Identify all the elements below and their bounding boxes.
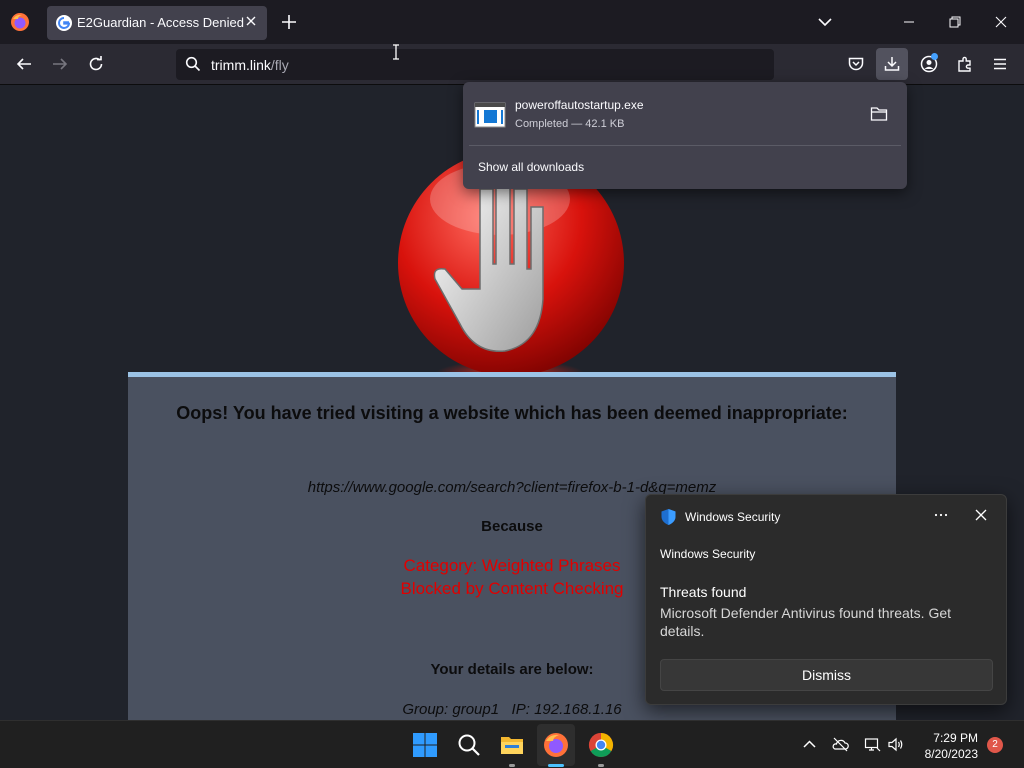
download-status: Completed — 42.1 KB: [515, 118, 625, 130]
clock[interactable]: 7:29 PM 8/20/2023: [912, 730, 978, 762]
taskbar: 7:29 PM 8/20/2023 2: [0, 720, 1024, 768]
chrome-running-indicator: [598, 764, 604, 767]
tab-access-denied[interactable]: E2Guardian - Access Denied: [47, 6, 267, 40]
new-tab-icon[interactable]: [280, 13, 298, 31]
download-icon: [884, 57, 900, 71]
shield-icon: [661, 509, 676, 525]
account-badge-dot: [931, 53, 938, 60]
downloads-panel: poweroffautostartup.exe Completed — 42.1…: [463, 82, 907, 189]
notification-title: Threats found: [660, 584, 747, 600]
clock-time: 7:29 PM: [933, 731, 978, 745]
notification-body: Microsoft Defender Antivirus found threa…: [660, 605, 952, 639]
url-host: trimm.link: [211, 57, 271, 73]
dismiss-button[interactable]: Dismiss: [660, 659, 993, 691]
more-options-icon[interactable]: [933, 507, 949, 523]
close-tab-icon[interactable]: [243, 13, 259, 29]
firefox-view-icon[interactable]: [10, 12, 30, 32]
onedrive-offline-icon[interactable]: [832, 736, 849, 753]
pocket-icon[interactable]: [847, 55, 865, 73]
notification-source: Windows Security: [660, 547, 756, 561]
list-all-tabs-chevron-icon[interactable]: [817, 14, 833, 30]
firefox-active-indicator: [548, 764, 564, 767]
tab-strip: E2Guardian - Access Denied: [0, 0, 1024, 44]
url-path: /fly: [270, 57, 289, 73]
google-g-icon: [56, 15, 72, 31]
extensions-icon[interactable]: [956, 55, 974, 73]
restore-icon[interactable]: [945, 12, 965, 32]
downloads-separator: [469, 145, 901, 146]
close-window-icon[interactable]: [991, 12, 1011, 32]
text-cursor-icon: [393, 44, 399, 60]
downloads-button[interactable]: [876, 48, 908, 80]
reload-icon[interactable]: [87, 55, 105, 73]
firefox-taskbar-icon[interactable]: [543, 732, 569, 758]
search-icon: [185, 56, 201, 72]
volume-icon[interactable]: [887, 736, 904, 753]
windows-security-notification[interactable]: Windows Security Windows Security Threat…: [645, 494, 1007, 705]
tab-title: E2Guardian - Access Denied: [77, 15, 244, 30]
url-text: trimm.link/fly: [211, 57, 289, 73]
file-explorer-icon[interactable]: [499, 732, 525, 758]
notification-count-badge[interactable]: 2: [987, 737, 1003, 753]
close-notification-icon[interactable]: [974, 508, 988, 522]
clock-date: 8/20/2023: [924, 747, 978, 761]
search-taskbar-icon[interactable]: [456, 732, 482, 758]
show-all-downloads-button[interactable]: Show all downloads: [478, 160, 584, 174]
network-icon[interactable]: [864, 736, 881, 753]
start-icon[interactable]: [412, 732, 438, 758]
download-file-name[interactable]: poweroffautostartup.exe: [515, 98, 644, 112]
minimize-icon[interactable]: [899, 12, 919, 32]
navigation-bar: trimm.link/fly: [0, 44, 1024, 85]
screen: E2Guardian - Access Denied trimm.link/fl…: [0, 0, 1024, 768]
forward-icon[interactable]: [51, 55, 69, 73]
url-bar[interactable]: trimm.link/fly: [176, 49, 774, 80]
folder-icon[interactable]: [870, 106, 888, 122]
notification-app-name: Windows Security: [685, 510, 781, 524]
show-hidden-icons-chevron-icon[interactable]: [801, 736, 818, 753]
back-icon[interactable]: [15, 55, 33, 73]
block-heading: Oops! You have tried visiting a website …: [176, 403, 848, 423]
chrome-taskbar-icon[interactable]: [588, 732, 614, 758]
exe-file-icon: [474, 102, 506, 128]
file-explorer-running-indicator: [509, 764, 515, 767]
menu-icon[interactable]: [991, 55, 1009, 73]
